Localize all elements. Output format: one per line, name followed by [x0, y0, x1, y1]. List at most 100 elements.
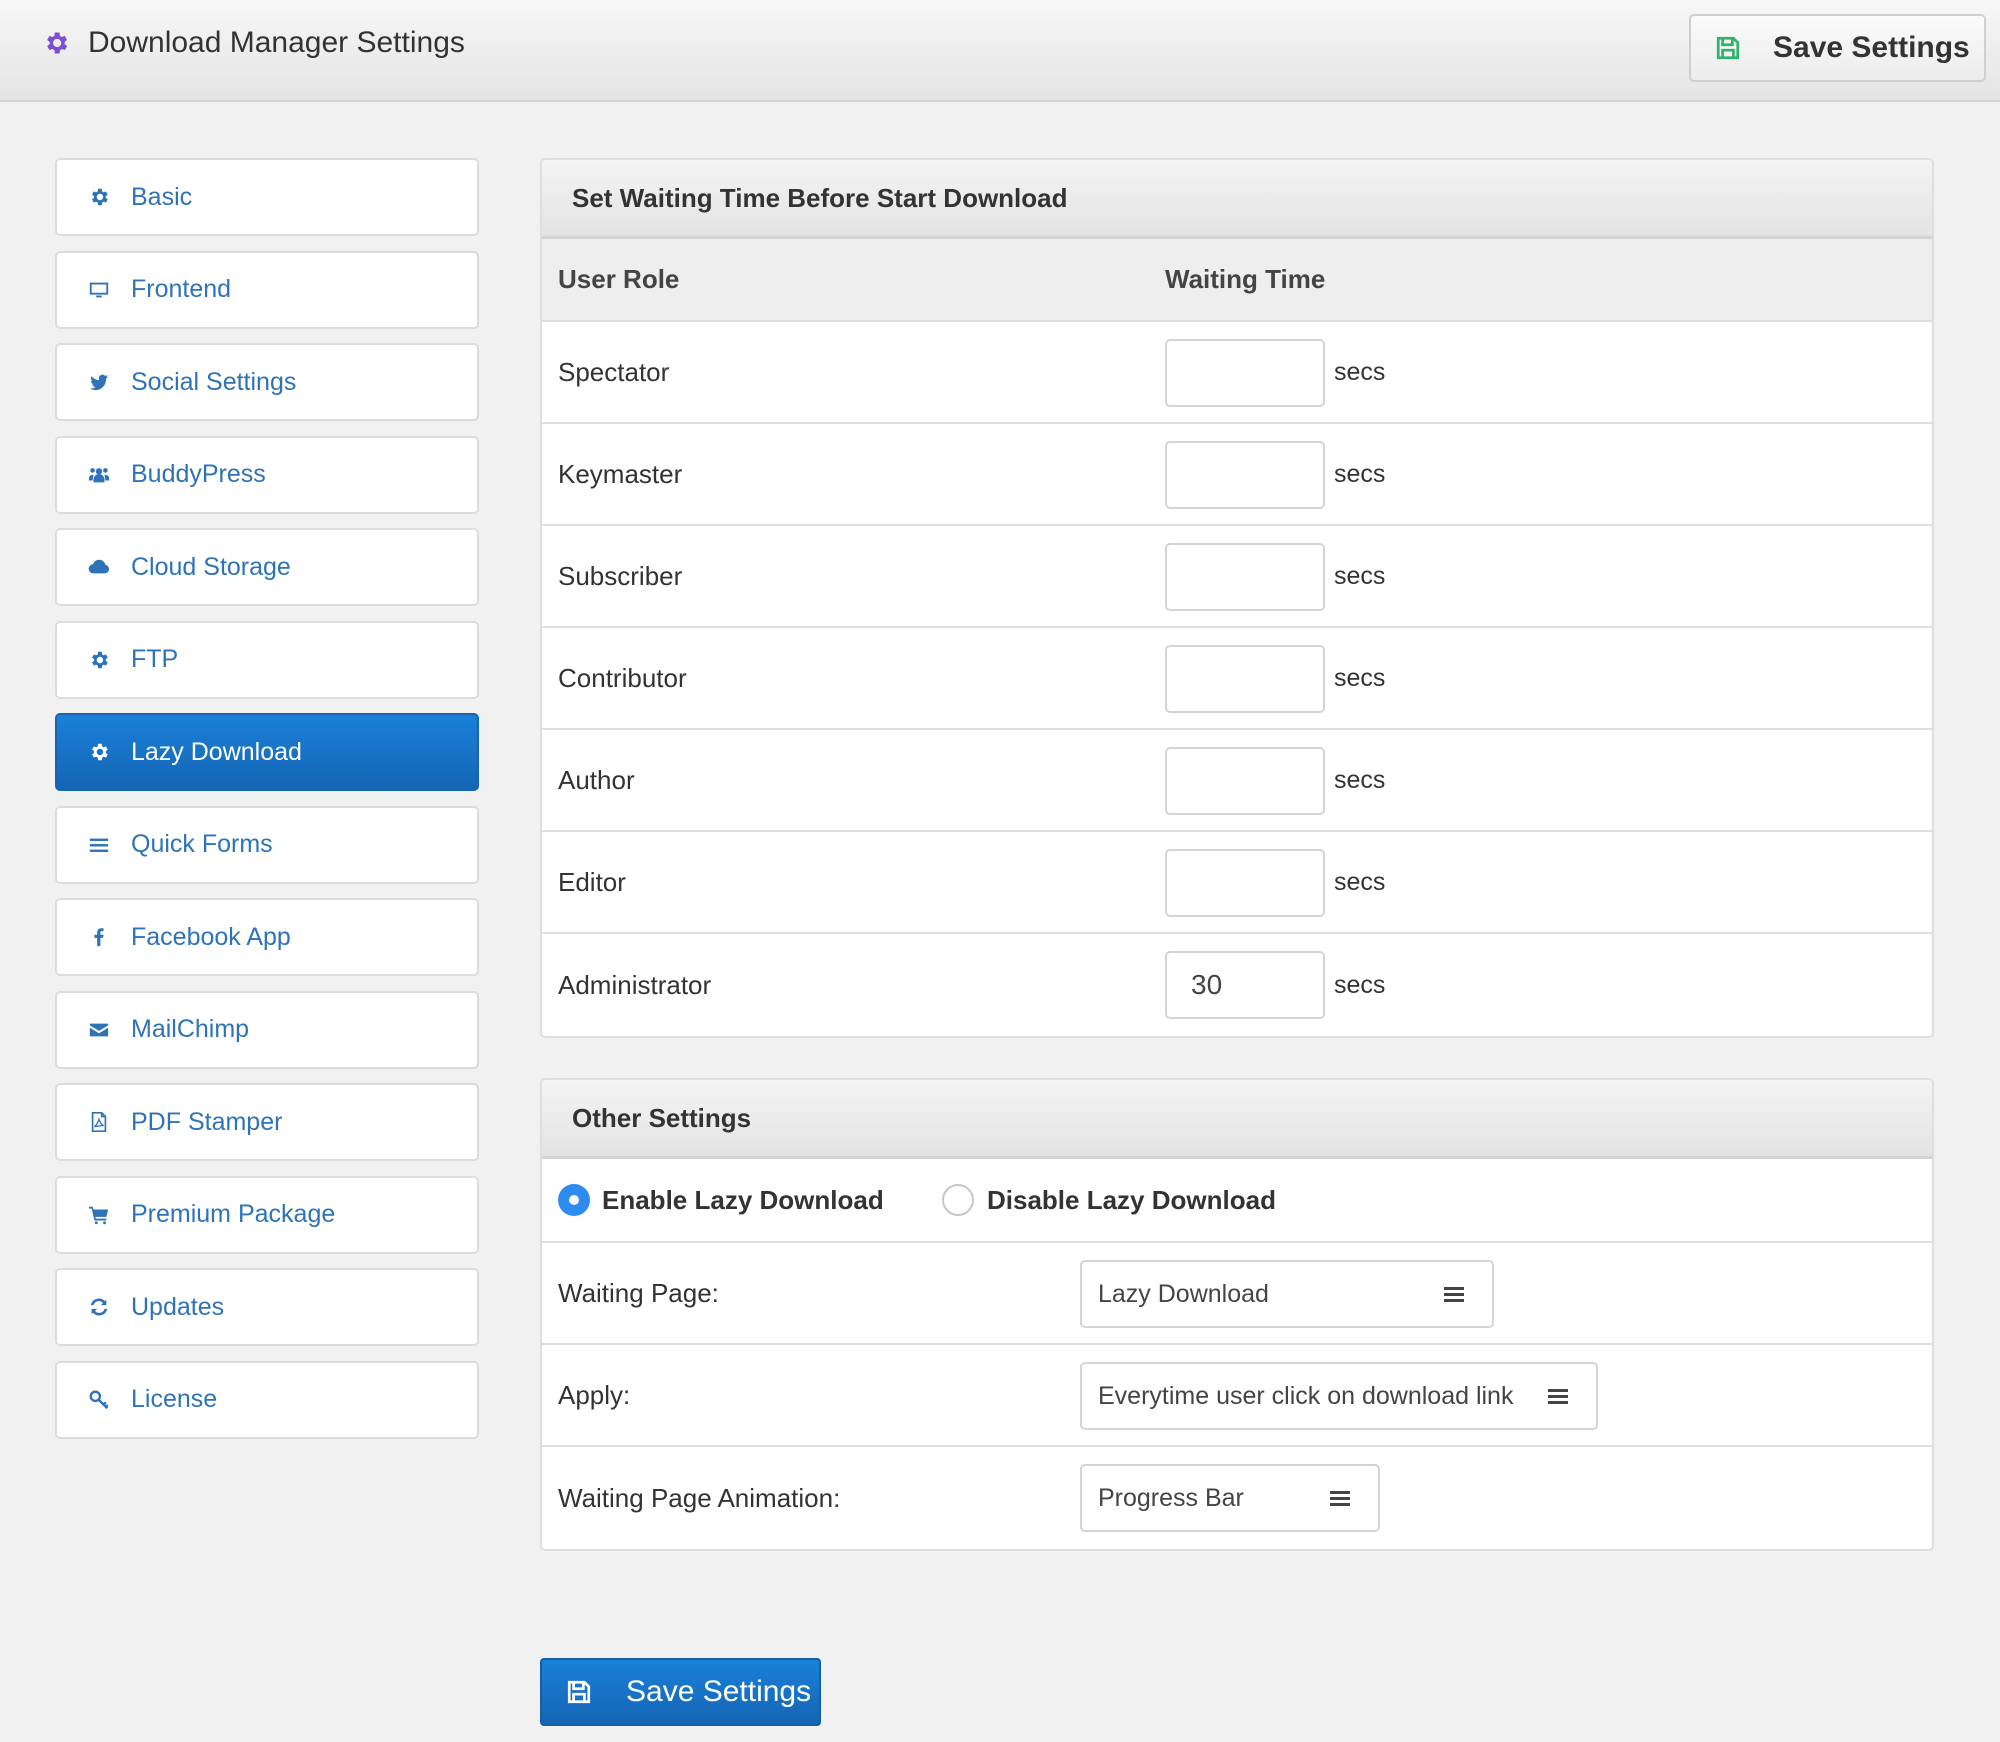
table-row: Keymaster secs: [542, 424, 1932, 526]
waiting-page-row: Waiting Page: Lazy Download: [542, 1243, 1932, 1345]
sidebar-item-label: License: [131, 1385, 218, 1413]
sidebar-item-cloud-storage[interactable]: Cloud Storage: [55, 528, 479, 606]
table-header: User Role Waiting Time: [542, 239, 1932, 322]
waiting-time-input[interactable]: [1165, 951, 1325, 1019]
gear-icon: [87, 648, 111, 672]
disable-lazy-download-label[interactable]: Disable Lazy Download: [987, 1185, 1276, 1216]
other-settings-title: Other Settings: [542, 1080, 1932, 1159]
sidebar-item-updates[interactable]: Updates: [55, 1268, 479, 1346]
sidebar-item-facebook-app[interactable]: Facebook App: [55, 898, 479, 976]
menu-bars-icon: [1548, 1389, 1568, 1404]
apply-select[interactable]: Everytime user click on download link: [1080, 1362, 1598, 1430]
sidebar-item-label: MailChimp: [131, 1015, 250, 1043]
bars-icon: [87, 833, 111, 857]
save-settings-label: Save Settings: [1773, 31, 1970, 64]
column-header-user-role: User Role: [558, 264, 680, 294]
sidebar-item-license[interactable]: License: [55, 1360, 479, 1439]
save-icon: [1716, 36, 1740, 60]
apply-label: Apply:: [558, 1379, 631, 1410]
save-settings-button-bottom[interactable]: Save Settings: [540, 1658, 821, 1726]
table-row: Administrator secs: [542, 934, 1932, 1036]
user-role-label: Editor: [558, 866, 626, 897]
table-row: Contributor secs: [542, 628, 1932, 730]
secs-unit-label: secs: [1334, 663, 1386, 692]
sidebar-item-social-settings[interactable]: Social Settings: [55, 343, 479, 421]
user-role-label: Author: [558, 764, 635, 795]
waiting-time-input[interactable]: [1165, 441, 1325, 509]
user-role-label: Keymaster: [558, 458, 683, 489]
twitter-icon: [87, 370, 111, 394]
gear-icon: [47, 32, 68, 54]
sidebar-item-label: Cloud Storage: [131, 552, 291, 581]
waiting-page-label: Waiting Page:: [558, 1277, 719, 1308]
apply-value: Everytime user click on download link: [1098, 1381, 1514, 1410]
refresh-icon: [87, 1295, 111, 1319]
other-settings-panel: Other Settings Enable Lazy Download Disa…: [540, 1078, 1934, 1551]
cart-icon: [87, 1203, 111, 1227]
sidebar: Basic Frontend Social Settings BuddyPress Cl…: [55, 158, 479, 1453]
sidebar-item-ftp[interactable]: FTP: [55, 620, 479, 699]
save-settings-label: Save Settings: [626, 1675, 812, 1708]
sidebar-item-label: PDF Stamper: [131, 1107, 283, 1136]
envelope-icon: [87, 1018, 111, 1042]
disable-lazy-download-radio[interactable]: [942, 1184, 974, 1216]
animation-value: Progress Bar: [1098, 1483, 1244, 1512]
sidebar-item-label: Frontend: [131, 275, 232, 303]
secs-unit-label: secs: [1334, 561, 1386, 590]
sidebar-item-label: Facebook App: [131, 922, 291, 951]
sidebar-item-label: Lazy Download: [131, 737, 302, 766]
waiting-time-panel: Set Waiting Time Before Start Download U…: [540, 158, 1934, 1038]
sidebar-item-premium-package[interactable]: Premium Package: [55, 1175, 479, 1254]
sidebar-item-label: BuddyPress: [131, 460, 266, 488]
gear-icon: [87, 185, 111, 209]
secs-unit-label: secs: [1334, 970, 1386, 999]
save-settings-button-top[interactable]: Save Settings: [1689, 14, 1986, 82]
cloud-icon: [87, 555, 111, 579]
sidebar-item-basic[interactable]: Basic: [55, 158, 479, 236]
gear-icon: [87, 740, 111, 764]
enable-lazy-download-label[interactable]: Enable Lazy Download: [602, 1185, 884, 1216]
table-body: Spectator secs Keymaster secs Subscriber secs…: [542, 322, 1932, 1036]
sidebar-item-pdf-stamper[interactable]: PDF Stamper: [55, 1083, 479, 1161]
facebook-icon: [87, 925, 111, 949]
animation-label: Waiting Page Animation:: [558, 1482, 841, 1513]
apply-row: Apply: Everytime user click on download …: [542, 1345, 1932, 1447]
waiting-page-select[interactable]: Lazy Download: [1080, 1260, 1494, 1328]
animation-select[interactable]: Progress Bar: [1080, 1464, 1380, 1532]
sidebar-item-mailchimp[interactable]: MailChimp: [55, 990, 479, 1069]
sidebar-item-label: Quick Forms: [131, 830, 273, 858]
sidebar-item-lazy-download[interactable]: Lazy Download: [55, 713, 479, 791]
waiting-time-input[interactable]: [1165, 339, 1325, 407]
sidebar-item-quick-forms[interactable]: Quick Forms: [55, 805, 479, 884]
animation-row: Waiting Page Animation: Progress Bar: [542, 1447, 1932, 1549]
secs-unit-label: secs: [1334, 459, 1386, 488]
sidebar-item-label: Premium Package: [131, 1200, 336, 1228]
column-header-waiting-time: Waiting Time: [1165, 264, 1326, 294]
user-role-label: Administrator: [558, 969, 712, 1000]
table-row: Subscriber secs: [542, 526, 1932, 628]
table-row: Editor secs: [542, 832, 1932, 934]
desktop-icon: [87, 278, 111, 302]
waiting-time-panel-title: Set Waiting Time Before Start Download: [542, 160, 1932, 239]
waiting-time-input[interactable]: [1165, 543, 1325, 611]
secs-unit-label: secs: [1334, 357, 1386, 386]
user-role-label: Contributor: [558, 662, 687, 693]
key-icon: [87, 1388, 111, 1412]
secs-unit-label: secs: [1334, 765, 1386, 794]
page-title: Download Manager Settings: [42, 26, 465, 60]
menu-bars-icon: [1330, 1491, 1350, 1506]
waiting-time-input[interactable]: [1165, 645, 1325, 713]
sidebar-item-label: Social Settings: [131, 367, 297, 396]
sidebar-item-label: FTP: [131, 645, 179, 673]
user-role-label: Subscriber: [558, 560, 683, 591]
enable-lazy-download-radio[interactable]: [558, 1184, 590, 1216]
table-row: Author secs: [542, 730, 1932, 832]
top-bar: Download Manager Settings Save Settings: [0, 0, 2000, 102]
sidebar-item-label: Updates: [131, 1292, 225, 1321]
waiting-time-input[interactable]: [1165, 849, 1325, 917]
secs-unit-label: secs: [1334, 867, 1386, 896]
table-row: Spectator secs: [542, 322, 1932, 424]
waiting-time-input[interactable]: [1165, 747, 1325, 815]
sidebar-item-frontend[interactable]: Frontend: [55, 250, 479, 329]
sidebar-item-buddypress[interactable]: BuddyPress: [55, 435, 479, 514]
